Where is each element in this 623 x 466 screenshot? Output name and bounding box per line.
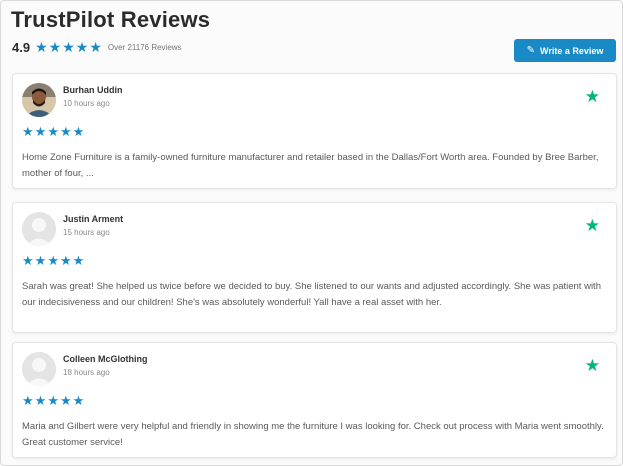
rating-value: 4.9 <box>12 39 31 55</box>
reviewer-name: Burhan Uddin <box>63 85 123 95</box>
star-icon: ★ <box>59 253 72 268</box>
avatar <box>22 83 56 117</box>
write-review-button[interactable]: ✎ Write a Review <box>514 39 616 62</box>
review-text: Sarah was great! She helped us twice bef… <box>22 281 601 308</box>
star-icon: ★ <box>72 253 85 268</box>
review-time: 15 hours ago <box>63 228 110 237</box>
review-time: 10 hours ago <box>63 99 110 108</box>
star-icon: ★ <box>47 253 59 268</box>
overall-rating: 4.9 ★ ★ ★ ★ ★ Over 21176 Reviews <box>12 39 182 55</box>
write-review-label: Write a Review <box>540 45 604 56</box>
star-icon: ★ <box>62 39 75 55</box>
trustpilot-star-icon: ★ <box>584 356 600 375</box>
reviews-widget: TrustPilot Reviews 4.9 ★ ★ ★ ★ ★ Over 21… <box>0 0 623 466</box>
review-card: Colleen McGlothing 18 hours ago ★ ★ ★ ★ … <box>12 342 617 458</box>
review-card: Justin Arment 15 hours ago ★ ★ ★ ★ ★ ★ S… <box>12 202 617 333</box>
avatar-placeholder-icon <box>22 212 56 246</box>
review-stars: ★ ★ ★ ★ ★ <box>22 394 85 407</box>
review-stars: ★ ★ ★ ★ ★ <box>22 125 85 138</box>
star-icon: ★ <box>22 253 34 268</box>
star-icon: ★ <box>47 393 59 408</box>
review-card: Burhan Uddin 10 hours ago ★ ★ ★ ★ ★ ★ Ho… <box>12 73 617 189</box>
avatar-placeholder-icon <box>22 352 56 386</box>
star-icon: ★ <box>35 39 48 55</box>
overall-stars: ★ ★ ★ ★ ★ <box>35 40 103 54</box>
trustpilot-star-icon: ★ <box>584 216 600 235</box>
widget-title: TrustPilot Reviews <box>11 7 211 32</box>
star-icon: ★ <box>22 124 34 139</box>
star-icon: ★ <box>34 253 47 268</box>
star-icon: ★ <box>48 39 62 55</box>
review-count: Over 21176 Reviews <box>107 42 182 52</box>
star-icon: ★ <box>34 124 47 139</box>
review-stars: ★ ★ ★ ★ ★ <box>22 254 85 267</box>
star-icon: ★ <box>75 39 89 55</box>
star-icon: ★ <box>89 39 102 55</box>
review-time: 18 hours ago <box>63 368 110 377</box>
star-icon: ★ <box>47 124 59 139</box>
star-icon: ★ <box>72 124 85 139</box>
reviewer-name: Colleen McGlothing <box>63 354 148 364</box>
star-icon: ★ <box>59 124 72 139</box>
review-text: Maria and Gilbert were very helpful and … <box>22 421 604 448</box>
trustpilot-star-icon: ★ <box>584 87 600 106</box>
review-text: Home Zone Furniture is a family-owned fu… <box>22 152 599 179</box>
star-icon: ★ <box>22 393 34 408</box>
star-icon: ★ <box>72 393 85 408</box>
reviewer-name: Justin Arment <box>63 214 124 224</box>
star-icon: ★ <box>59 393 72 408</box>
pencil-icon: ✎ <box>526 45 535 56</box>
star-icon: ★ <box>34 393 47 408</box>
